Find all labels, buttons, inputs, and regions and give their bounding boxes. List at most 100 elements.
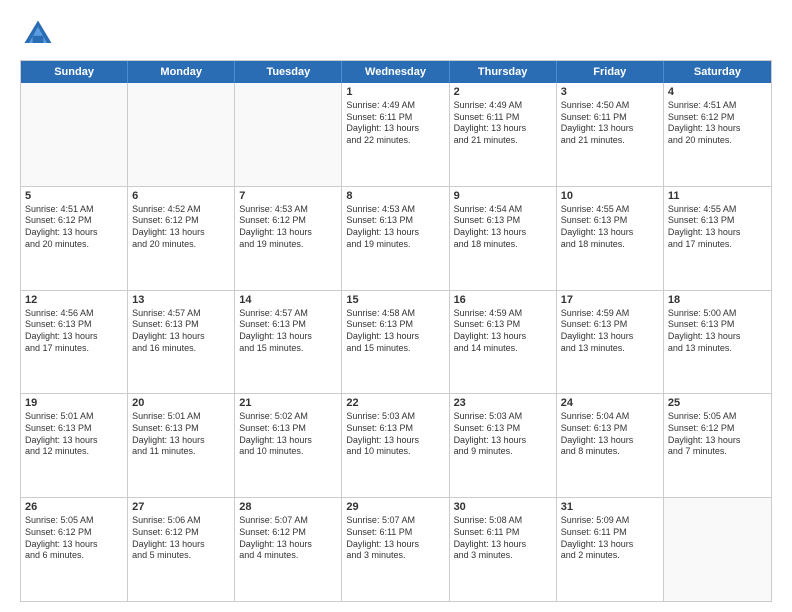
cell-info: Sunrise: 4:55 AM Sunset: 6:13 PM Dayligh… bbox=[668, 204, 767, 251]
day-number: 30 bbox=[454, 501, 552, 513]
day-number: 16 bbox=[454, 294, 552, 306]
cell-info: Sunrise: 4:57 AM Sunset: 6:13 PM Dayligh… bbox=[239, 308, 337, 355]
day-number: 24 bbox=[561, 397, 659, 409]
calendar-cell-w0-d1 bbox=[128, 83, 235, 186]
calendar-cell-w3-d3: 22 Sunrise: 5:03 AM Sunset: 6:13 PM Dayli… bbox=[342, 394, 449, 497]
day-number: 23 bbox=[454, 397, 552, 409]
header-friday: Friday bbox=[557, 61, 664, 83]
header-sunday: Sunday bbox=[21, 61, 128, 83]
cell-info: Sunrise: 4:54 AM Sunset: 6:13 PM Dayligh… bbox=[454, 204, 552, 251]
day-number: 26 bbox=[25, 501, 123, 513]
page: Sunday Monday Tuesday Wednesday Thursday… bbox=[0, 0, 792, 612]
calendar-cell-w1-d2: 7 Sunrise: 4:53 AM Sunset: 6:12 PM Daylig… bbox=[235, 187, 342, 290]
day-number: 27 bbox=[132, 501, 230, 513]
cell-info: Sunrise: 4:57 AM Sunset: 6:13 PM Dayligh… bbox=[132, 308, 230, 355]
calendar-body: 1 Sunrise: 4:49 AM Sunset: 6:11 PM Daylig… bbox=[21, 83, 771, 601]
day-number: 17 bbox=[561, 294, 659, 306]
calendar-cell-w0-d3: 1 Sunrise: 4:49 AM Sunset: 6:11 PM Daylig… bbox=[342, 83, 449, 186]
cell-info: Sunrise: 4:59 AM Sunset: 6:13 PM Dayligh… bbox=[454, 308, 552, 355]
day-number: 3 bbox=[561, 86, 659, 98]
header-tuesday: Tuesday bbox=[235, 61, 342, 83]
day-number: 7 bbox=[239, 190, 337, 202]
calendar-cell-w0-d4: 2 Sunrise: 4:49 AM Sunset: 6:11 PM Daylig… bbox=[450, 83, 557, 186]
day-number: 9 bbox=[454, 190, 552, 202]
calendar-cell-w1-d4: 9 Sunrise: 4:54 AM Sunset: 6:13 PM Daylig… bbox=[450, 187, 557, 290]
calendar-week-2: 12 Sunrise: 4:56 AM Sunset: 6:13 PM Dayli… bbox=[21, 291, 771, 395]
day-number: 25 bbox=[668, 397, 767, 409]
day-number: 11 bbox=[668, 190, 767, 202]
day-number: 19 bbox=[25, 397, 123, 409]
cell-info: Sunrise: 4:51 AM Sunset: 6:12 PM Dayligh… bbox=[25, 204, 123, 251]
day-number: 14 bbox=[239, 294, 337, 306]
calendar-cell-w3-d1: 20Sunrise: 5:01 AM Sunset: 6:13 PM Dayli… bbox=[128, 394, 235, 497]
logo bbox=[20, 16, 60, 52]
day-number: 21 bbox=[239, 397, 337, 409]
day-number: 29 bbox=[346, 501, 444, 513]
cell-info: Sunrise: 4:49 AM Sunset: 6:11 PM Dayligh… bbox=[346, 100, 444, 147]
calendar-cell-w3-d6: 25 Sunrise: 5:05 AM Sunset: 6:12 PM Dayli… bbox=[664, 394, 771, 497]
day-number: 12 bbox=[25, 294, 123, 306]
day-number: 5 bbox=[25, 190, 123, 202]
calendar-cell-w2-d5: 17 Sunrise: 4:59 AM Sunset: 6:13 PM Dayli… bbox=[557, 291, 664, 394]
cell-info: Sunrise: 5:03 AM Sunset: 6:13 PM Dayligh… bbox=[454, 411, 552, 458]
calendar-cell-w0-d0 bbox=[21, 83, 128, 186]
cell-info: Sunrise: 5:07 AM Sunset: 6:11 PM Dayligh… bbox=[346, 515, 444, 562]
calendar-header: Sunday Monday Tuesday Wednesday Thursday… bbox=[21, 61, 771, 83]
day-number: 31 bbox=[561, 501, 659, 513]
calendar-cell-w2-d3: 15 Sunrise: 4:58 AM Sunset: 6:13 PM Dayli… bbox=[342, 291, 449, 394]
day-number: 10 bbox=[561, 190, 659, 202]
calendar-week-4: 26 Sunrise: 5:05 AM Sunset: 6:12 PM Dayli… bbox=[21, 498, 771, 601]
calendar-week-1: 5 Sunrise: 4:51 AM Sunset: 6:12 PM Daylig… bbox=[21, 187, 771, 291]
cell-info: Sunrise: 5:09 AM Sunset: 6:11 PM Dayligh… bbox=[561, 515, 659, 562]
calendar-cell-w2-d4: 16 Sunrise: 4:59 AM Sunset: 6:13 PM Dayli… bbox=[450, 291, 557, 394]
calendar-cell-w2-d0: 12 Sunrise: 4:56 AM Sunset: 6:13 PM Dayli… bbox=[21, 291, 128, 394]
calendar-cell-w1-d5: 10Sunrise: 4:55 AM Sunset: 6:13 PM Dayli… bbox=[557, 187, 664, 290]
cell-info: Sunrise: 5:05 AM Sunset: 6:12 PM Dayligh… bbox=[25, 515, 123, 562]
calendar-cell-w1-d0: 5 Sunrise: 4:51 AM Sunset: 6:12 PM Daylig… bbox=[21, 187, 128, 290]
calendar-cell-w3-d0: 19Sunrise: 5:01 AM Sunset: 6:13 PM Dayli… bbox=[21, 394, 128, 497]
calendar-cell-w1-d6: 11 Sunrise: 4:55 AM Sunset: 6:13 PM Dayli… bbox=[664, 187, 771, 290]
calendar-cell-w3-d5: 24Sunrise: 5:04 AM Sunset: 6:13 PM Dayli… bbox=[557, 394, 664, 497]
calendar-cell-w4-d1: 27 Sunrise: 5:06 AM Sunset: 6:12 PM Dayli… bbox=[128, 498, 235, 601]
calendar-cell-w4-d2: 28Sunrise: 5:07 AM Sunset: 6:12 PM Dayli… bbox=[235, 498, 342, 601]
cell-info: Sunrise: 5:06 AM Sunset: 6:12 PM Dayligh… bbox=[132, 515, 230, 562]
cell-info: Sunrise: 4:58 AM Sunset: 6:13 PM Dayligh… bbox=[346, 308, 444, 355]
day-number: 6 bbox=[132, 190, 230, 202]
cell-info: Sunrise: 5:05 AM Sunset: 6:12 PM Dayligh… bbox=[668, 411, 767, 458]
day-number: 4 bbox=[668, 86, 767, 98]
calendar-week-0: 1 Sunrise: 4:49 AM Sunset: 6:11 PM Daylig… bbox=[21, 83, 771, 187]
cell-info: Sunrise: 4:52 AM Sunset: 6:12 PM Dayligh… bbox=[132, 204, 230, 251]
calendar: Sunday Monday Tuesday Wednesday Thursday… bbox=[20, 60, 772, 602]
calendar-cell-w4-d0: 26 Sunrise: 5:05 AM Sunset: 6:12 PM Dayli… bbox=[21, 498, 128, 601]
calendar-cell-w4-d4: 30Sunrise: 5:08 AM Sunset: 6:11 PM Dayli… bbox=[450, 498, 557, 601]
cell-info: Sunrise: 4:53 AM Sunset: 6:13 PM Dayligh… bbox=[346, 204, 444, 251]
calendar-cell-w4-d6 bbox=[664, 498, 771, 601]
day-number: 22 bbox=[346, 397, 444, 409]
calendar-cell-w3-d4: 23 Sunrise: 5:03 AM Sunset: 6:13 PM Dayli… bbox=[450, 394, 557, 497]
day-number: 2 bbox=[454, 86, 552, 98]
calendar-cell-w0-d2 bbox=[235, 83, 342, 186]
calendar-cell-w4-d3: 29 Sunrise: 5:07 AM Sunset: 6:11 PM Dayli… bbox=[342, 498, 449, 601]
cell-info: Sunrise: 4:56 AM Sunset: 6:13 PM Dayligh… bbox=[25, 308, 123, 355]
calendar-cell-w1-d1: 6 Sunrise: 4:52 AM Sunset: 6:12 PM Daylig… bbox=[128, 187, 235, 290]
day-number: 8 bbox=[346, 190, 444, 202]
header bbox=[20, 16, 772, 52]
cell-info: Sunrise: 5:03 AM Sunset: 6:13 PM Dayligh… bbox=[346, 411, 444, 458]
calendar-cell-w2-d6: 18Sunrise: 5:00 AM Sunset: 6:13 PM Dayli… bbox=[664, 291, 771, 394]
day-number: 15 bbox=[346, 294, 444, 306]
header-monday: Monday bbox=[128, 61, 235, 83]
day-number: 1 bbox=[346, 86, 444, 98]
calendar-week-3: 19Sunrise: 5:01 AM Sunset: 6:13 PM Dayli… bbox=[21, 394, 771, 498]
day-number: 28 bbox=[239, 501, 337, 513]
calendar-cell-w3-d2: 21Sunrise: 5:02 AM Sunset: 6:13 PM Dayli… bbox=[235, 394, 342, 497]
calendar-cell-w0-d6: 4 Sunrise: 4:51 AM Sunset: 6:12 PM Daylig… bbox=[664, 83, 771, 186]
calendar-cell-w0-d5: 3Sunrise: 4:50 AM Sunset: 6:11 PM Daylig… bbox=[557, 83, 664, 186]
calendar-cell-w2-d2: 14 Sunrise: 4:57 AM Sunset: 6:13 PM Dayli… bbox=[235, 291, 342, 394]
logo-icon bbox=[20, 16, 56, 52]
cell-info: Sunrise: 4:49 AM Sunset: 6:11 PM Dayligh… bbox=[454, 100, 552, 147]
calendar-cell-w1-d3: 8 Sunrise: 4:53 AM Sunset: 6:13 PM Daylig… bbox=[342, 187, 449, 290]
cell-info: Sunrise: 4:59 AM Sunset: 6:13 PM Dayligh… bbox=[561, 308, 659, 355]
cell-info: Sunrise: 4:51 AM Sunset: 6:12 PM Dayligh… bbox=[668, 100, 767, 147]
header-thursday: Thursday bbox=[450, 61, 557, 83]
cell-info: Sunrise: 4:53 AM Sunset: 6:12 PM Dayligh… bbox=[239, 204, 337, 251]
